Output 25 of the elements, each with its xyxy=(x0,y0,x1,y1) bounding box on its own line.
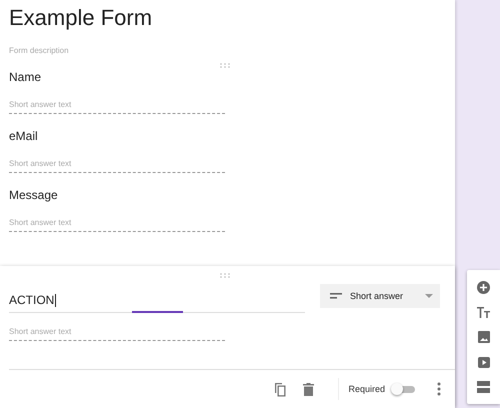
caret-icon xyxy=(425,294,433,298)
short-answer-field: Short answer text xyxy=(9,159,225,173)
description-field[interactable]: Form description xyxy=(9,46,209,55)
required-toggle[interactable] xyxy=(391,383,415,395)
form-title[interactable]: Example Form xyxy=(9,4,455,32)
more-icon[interactable] xyxy=(437,382,441,396)
question-title: Name xyxy=(9,70,42,84)
drag-handle-icon[interactable] xyxy=(220,62,230,68)
short-answer-field: Short answer text xyxy=(9,100,225,114)
short-answer-field: Short answer text xyxy=(9,218,225,232)
section-icon[interactable] xyxy=(477,381,490,394)
trash-icon[interactable] xyxy=(303,382,314,396)
question-title: Message xyxy=(9,188,59,202)
video-icon[interactable] xyxy=(478,356,490,368)
short-answer-field: Short answer text xyxy=(9,327,225,341)
required-label: Required xyxy=(348,384,385,394)
question-type-dropdown[interactable]: Short answer xyxy=(320,284,440,308)
copy-icon[interactable] xyxy=(274,382,286,396)
drag-handle-icon[interactable] xyxy=(220,272,230,278)
question-title: eMail xyxy=(9,129,39,143)
image-icon[interactable] xyxy=(478,331,490,344)
short-answer-icon xyxy=(330,292,342,300)
add-question-icon[interactable] xyxy=(477,280,490,294)
text-size-icon[interactable] xyxy=(477,307,490,318)
question-title-field[interactable]: ACTION xyxy=(9,288,305,313)
